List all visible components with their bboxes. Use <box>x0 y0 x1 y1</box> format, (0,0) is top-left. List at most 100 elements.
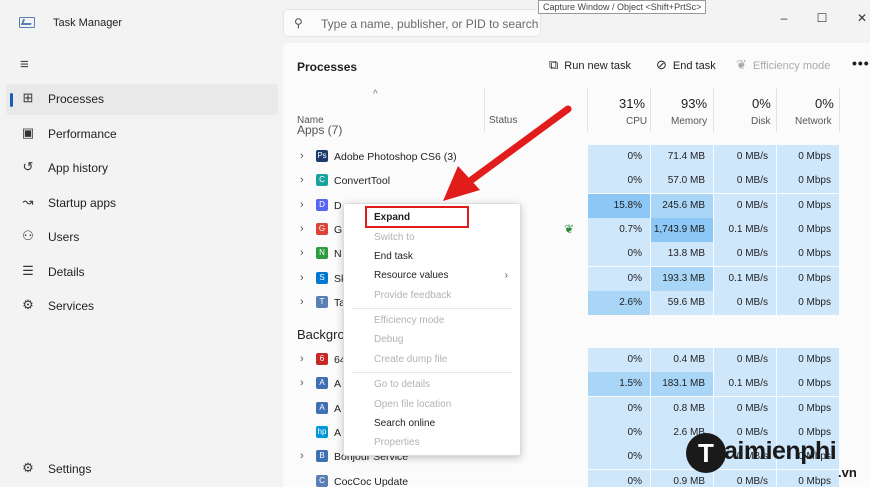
context-menu: Expand Switch to End task Resource values › P… <box>343 203 521 456</box>
table-row[interactable]: › Ps Adobe Photoshop CS6 (3) 0% 71.4 MB 0 MB/… <box>283 145 870 169</box>
disk-total: 0% <box>752 96 771 111</box>
column-header-cpu[interactable]: CPU <box>626 116 647 127</box>
network-cell: 0 Mbps <box>777 396 839 421</box>
cpu-cell: 15.8% <box>588 193 650 218</box>
sidebar-item-services[interactable]: ⚙ Services <box>6 291 278 322</box>
search-placeholder: Type a name, publisher, or PID to search <box>321 17 539 31</box>
cpu-cell: 1.5% <box>588 372 650 397</box>
chevron-right-icon[interactable]: › <box>300 150 304 162</box>
watermark-logo: T aimienphi .vn <box>686 431 870 481</box>
chevron-right-icon[interactable]: › <box>300 377 304 389</box>
column-header-memory[interactable]: Memory <box>671 116 707 127</box>
column-header-disk[interactable]: Disk <box>751 116 770 127</box>
sidebar-item-startup-apps[interactable]: ↝ Startup apps <box>6 188 278 219</box>
memory-cell: 183.1 MB <box>651 372 713 397</box>
process-name: A <box>334 426 342 439</box>
sidebar-item-settings[interactable]: ⚙ Settings <box>6 454 278 485</box>
disk-cell: 0.1 MB/s <box>714 372 776 397</box>
close-button[interactable]: ✕ <box>852 8 870 28</box>
chevron-right-icon[interactable]: › <box>300 247 304 259</box>
disk-cell: 0.1 MB/s <box>714 266 776 291</box>
submenu-arrow-icon: › <box>504 270 508 281</box>
menu-item-resource-values[interactable]: Resource values <box>374 270 448 281</box>
column-divider <box>650 88 651 132</box>
cpu-cell: 0% <box>588 348 650 372</box>
disk-cell: 0 MB/s <box>714 193 776 218</box>
process-name: CocCoc Update <box>334 475 409 487</box>
sidebar-item-label: Services <box>48 299 95 313</box>
disk-cell: 0 MB/s <box>714 348 776 372</box>
group-header-background: Backgro <box>297 327 345 342</box>
cpu-cell: 0% <box>588 445 650 470</box>
process-name: A <box>334 378 342 391</box>
memory-cell: 59.6 MB <box>651 290 713 315</box>
menu-item-provide-feedback: Provide feedback <box>374 290 452 301</box>
menu-item-end-task[interactable]: End task <box>374 251 413 262</box>
end-task-button[interactable]: ⊘ End task <box>656 57 716 77</box>
network-cell: 0 Mbps <box>777 242 839 267</box>
watermark-initial: T <box>686 433 726 473</box>
cpu-cell: 0.7% <box>588 217 650 242</box>
sidebar-item-app-history[interactable]: ↺ App history <box>6 153 278 184</box>
menu-separator <box>352 372 512 373</box>
network-cell: 0 Mbps <box>777 169 839 194</box>
network-cell: 0 Mbps <box>777 145 839 169</box>
sidebar-item-label: Processes <box>48 92 105 106</box>
search-input[interactable]: ⚲ Type a name, publisher, or PID to sear… <box>283 9 541 37</box>
process-name: Adobe Photoshop CS6 (3) <box>334 151 457 163</box>
process-icon: A <box>316 401 328 414</box>
network-total: 0% <box>815 96 834 111</box>
column-header-network[interactable]: Network <box>795 116 832 127</box>
page-title: Processes <box>297 60 358 74</box>
process-icon: A <box>316 377 328 390</box>
process-icon: B <box>316 450 328 463</box>
sidebar-item-processes[interactable]: ⊞ Processes <box>6 84 278 115</box>
process-icon: G <box>316 222 328 235</box>
maximize-button[interactable]: ☐ <box>812 8 832 28</box>
services-icon: ⚙ <box>22 297 34 312</box>
chevron-right-icon[interactable]: › <box>300 174 304 186</box>
disk-cell: 0.1 MB/s <box>714 217 776 242</box>
menu-item-search-online[interactable]: Search online <box>374 418 435 429</box>
hamburger-menu-icon[interactable]: ≡ <box>20 56 29 73</box>
chevron-right-icon[interactable]: › <box>300 296 304 308</box>
watermark-sub: .vn <box>838 465 857 480</box>
run-task-icon: ⧉ <box>549 57 559 72</box>
memory-cell: 0.4 MB <box>651 348 713 372</box>
sidebar-item-label: App history <box>48 161 109 175</box>
chevron-right-icon[interactable]: › <box>300 353 304 365</box>
cpu-cell: 0% <box>588 242 650 267</box>
disk-cell: 0 MB/s <box>714 396 776 421</box>
efficiency-mode-button[interactable]: ❦ Efficiency mode <box>736 57 830 77</box>
more-options-button[interactable]: ••• <box>852 55 870 71</box>
cpu-cell: 0% <box>588 396 650 421</box>
menu-item-debug: Debug <box>374 334 404 345</box>
sidebar-item-users[interactable]: ⚇ Users <box>6 222 278 253</box>
chevron-right-icon[interactable]: › <box>300 272 304 284</box>
minimize-button[interactable]: – <box>774 8 794 28</box>
details-icon: ☰ <box>22 262 34 278</box>
chevron-right-icon[interactable]: › <box>300 199 304 211</box>
process-name: G <box>334 223 343 236</box>
cpu-cell: 0% <box>588 266 650 291</box>
run-new-task-button[interactable]: ⧉ Run new task <box>549 57 631 77</box>
sidebar-item-performance[interactable]: ▣ Performance <box>6 119 278 150</box>
window-title: Task Manager <box>53 17 123 29</box>
process-name: N <box>334 248 342 261</box>
sidebar-item-label: Settings <box>48 462 92 476</box>
network-cell: 0 Mbps <box>777 217 839 242</box>
expand-highlight-box <box>365 206 469 228</box>
memory-cell: 245.6 MB <box>651 193 713 218</box>
menu-item-open-file-location: Open file location <box>374 399 452 410</box>
title-bar: Task Manager ⚲ Type a name, publisher, o… <box>0 0 870 40</box>
network-cell: 0 Mbps <box>777 348 839 372</box>
table-row[interactable]: › C ConvertTool 0% 57.0 MB 0 MB/s 0 Mbps <box>283 169 870 194</box>
process-name: ConvertTool <box>334 175 391 188</box>
cpu-total: 31% <box>619 96 646 111</box>
column-header-status[interactable]: Status <box>489 115 517 126</box>
cpu-cell: 0% <box>588 145 650 169</box>
sidebar-item-label: Startup apps <box>48 195 117 210</box>
chevron-right-icon[interactable]: › <box>300 450 304 462</box>
sidebar-item-details[interactable]: ☰ Details <box>6 257 278 288</box>
chevron-right-icon[interactable]: › <box>300 223 304 235</box>
